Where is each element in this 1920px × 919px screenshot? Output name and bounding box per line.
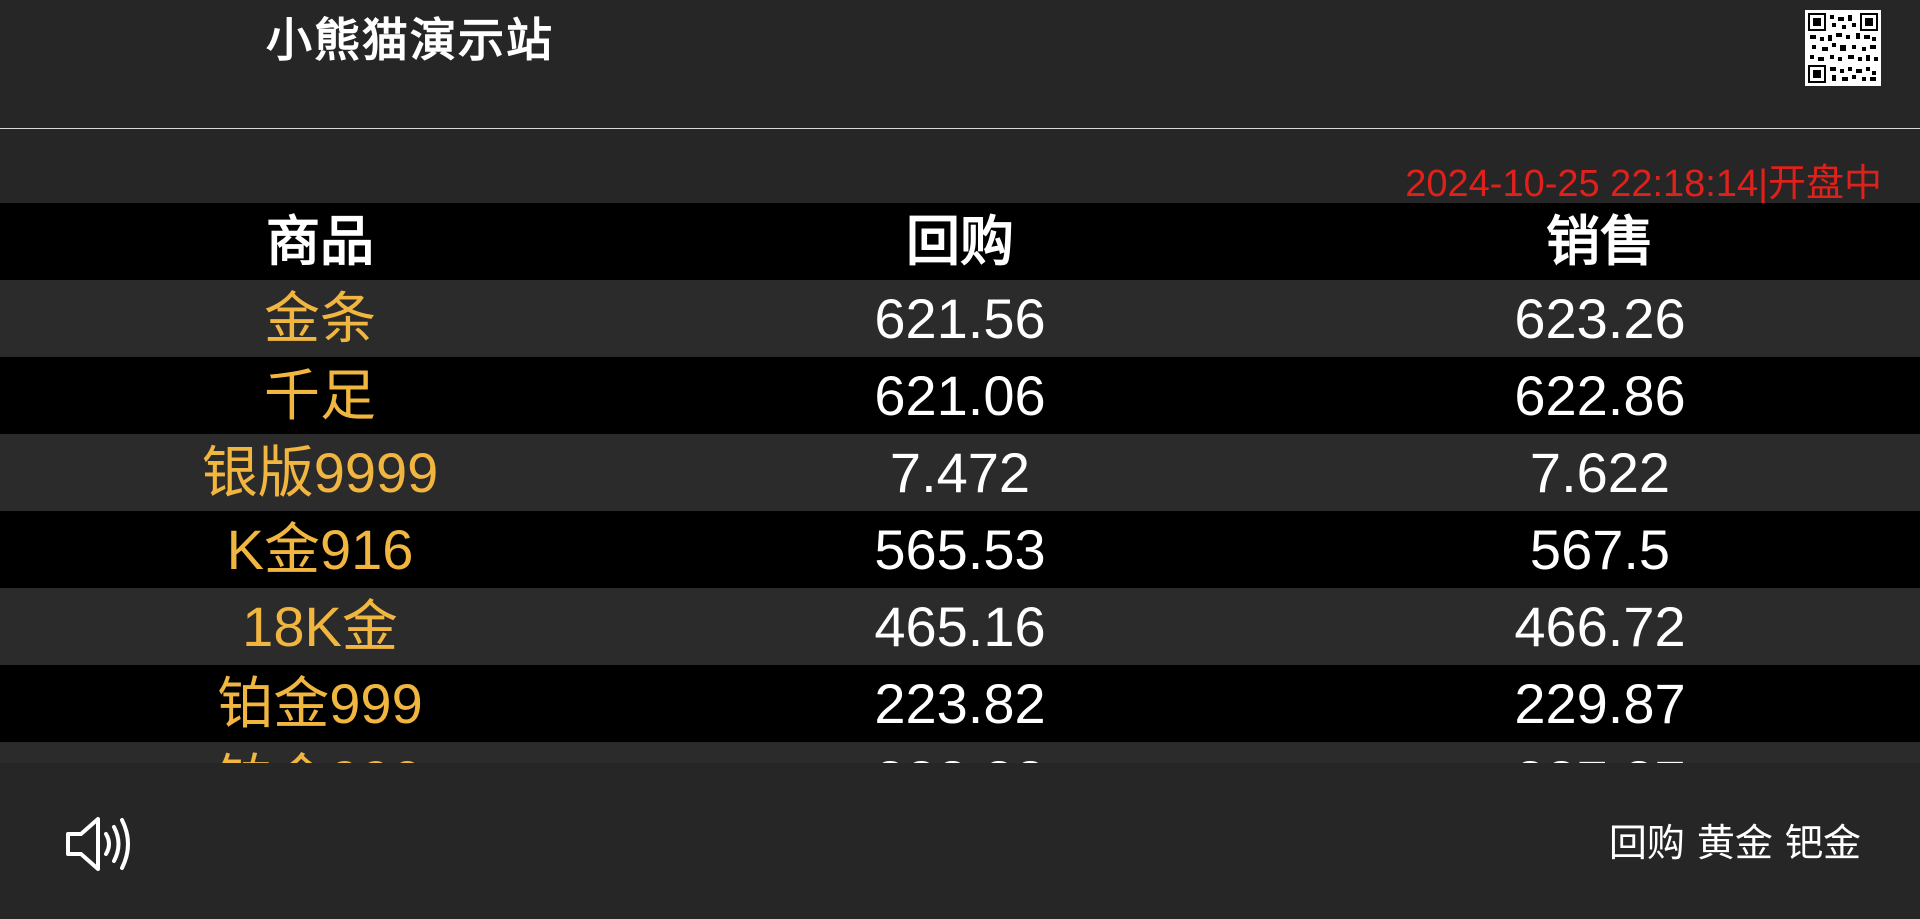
- column-header-product: 商品: [266, 210, 374, 273]
- buyback-price: 565.53: [874, 518, 1046, 581]
- table-row: 18K金 465.16 466.72: [0, 588, 1920, 665]
- product-name: 铂金999: [217, 672, 423, 735]
- table-body: 金条 621.56 623.26 千足 621.06 622.86 银版9999 7.472 7…: [0, 280, 1920, 763]
- buyback-price: 621.06: [874, 364, 1046, 427]
- sale-price: 7.622: [1529, 441, 1671, 504]
- status-separator: |: [1758, 163, 1768, 205]
- column-header-sale: 销售: [1546, 210, 1654, 273]
- sale-price: 623.26: [1514, 287, 1686, 350]
- price-table: 商品 回购 销售 金条 621.56 623.26 千足 621.06 622.86 银版9…: [0, 203, 1920, 763]
- product-name: 千足: [264, 364, 376, 427]
- column-header-buyback: 回购: [906, 210, 1014, 273]
- site-title: 小熊猫演示站: [266, 13, 554, 67]
- table-row: 铂金999 223.82 229.87: [0, 665, 1920, 742]
- sale-price: 227.87: [1280, 742, 1920, 763]
- sale-price: 622.86: [1514, 364, 1686, 427]
- product-name: 18K金: [242, 595, 398, 658]
- market-status: 2024-10-25 22:18:14|开盘中: [1405, 160, 1882, 208]
- qr-code-icon[interactable]: [1805, 10, 1881, 86]
- buyback-price: 7.472: [889, 441, 1031, 504]
- table-row: K金916 565.53 567.5: [0, 511, 1920, 588]
- sale-price: 567.5: [1529, 518, 1671, 581]
- product-name: 金条: [264, 287, 376, 350]
- table-row: 铂金990222.82227.87: [0, 742, 1920, 763]
- table-row: 银版9999 7.472 7.622: [0, 434, 1920, 511]
- table-header: 商品 回购 销售: [0, 203, 1920, 280]
- ticker-text: 回购 黄金 钯金: [1608, 821, 1861, 865]
- table-row: 千足 621.06 622.86: [0, 357, 1920, 434]
- speaker-icon[interactable]: [64, 812, 134, 876]
- sale-price: 229.87: [1514, 672, 1686, 735]
- sale-price: 466.72: [1514, 595, 1686, 658]
- status-market-state: 开盘中: [1767, 163, 1882, 205]
- product-name: 铂金990: [0, 742, 640, 763]
- header-bar: 小熊猫演示站: [0, 0, 1920, 129]
- product-name: K金916: [226, 518, 414, 581]
- buyback-price: 222.82: [640, 742, 1280, 763]
- app-root: 小熊猫演示站 2024-10-25 22:18:14|开盘中 商品 回购 销售 …: [0, 0, 1920, 919]
- buyback-price: 465.16: [874, 595, 1046, 658]
- buyback-price: 223.82: [874, 672, 1046, 735]
- buyback-price: 621.56: [874, 287, 1046, 350]
- table-row: 金条 621.56 623.26: [0, 280, 1920, 357]
- product-name: 银版9999: [201, 441, 439, 504]
- status-datetime: 2024-10-25 22:18:14: [1405, 163, 1759, 205]
